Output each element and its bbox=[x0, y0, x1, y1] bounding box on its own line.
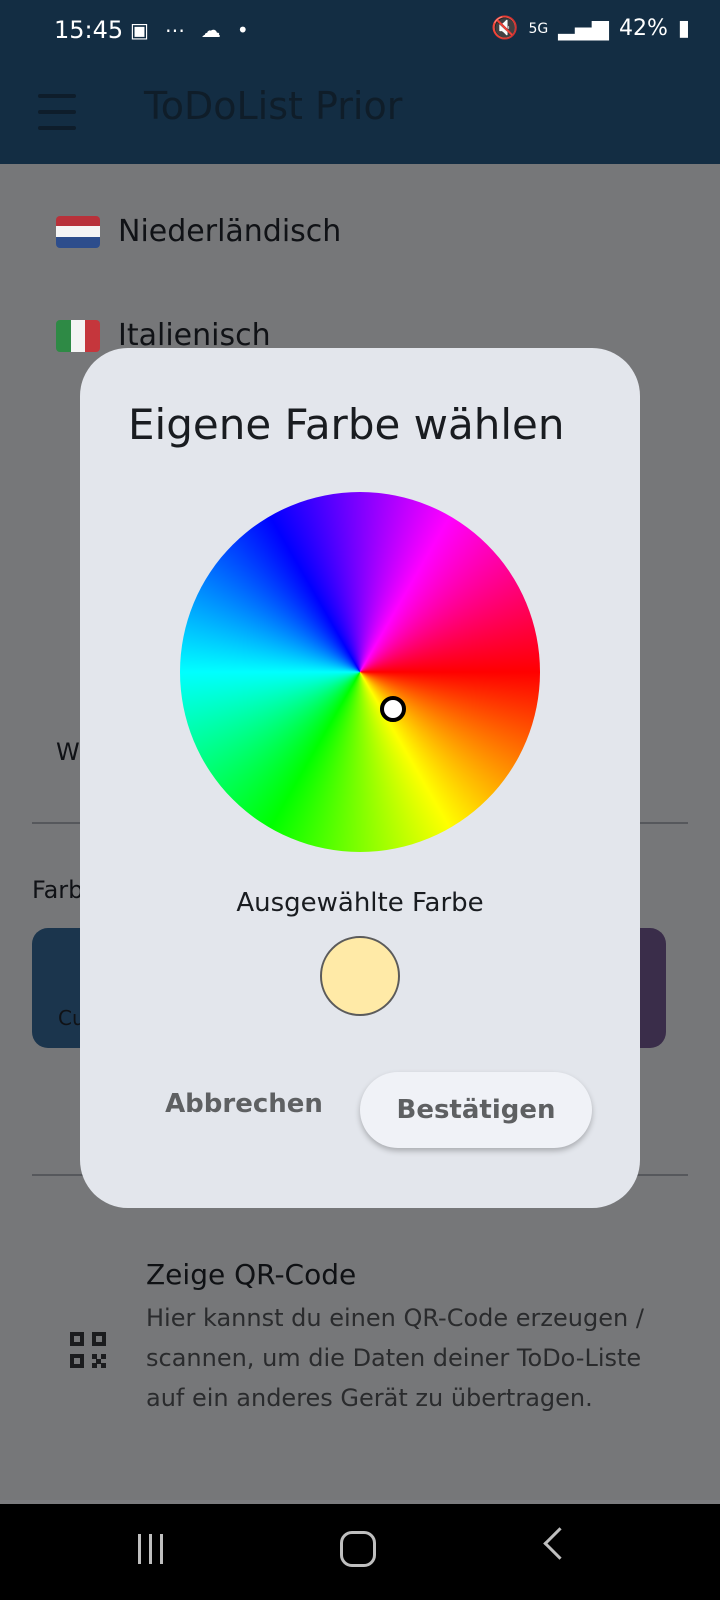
color-picker-dialog: Eigene Farbe wählen Ausgewählte Farbe Ab… bbox=[80, 348, 640, 1208]
color-wheel-handle[interactable] bbox=[380, 696, 406, 722]
selected-color-label: Ausgewählte Farbe bbox=[236, 888, 484, 918]
app-bar: ToDoList Prior bbox=[0, 64, 720, 164]
signal-icon: ▂▄▆ bbox=[558, 16, 609, 41]
language-item-dutch[interactable]: Niederländisch bbox=[56, 214, 341, 249]
app-title: ToDoList Prior bbox=[144, 84, 403, 128]
menu-icon bbox=[38, 94, 76, 98]
recent-apps-button[interactable] bbox=[138, 1534, 172, 1564]
battery-percent: 42% bbox=[618, 16, 668, 41]
color-wheel[interactable] bbox=[180, 492, 540, 852]
dialog-title: Eigene Farbe wählen bbox=[128, 400, 565, 449]
system-status: 🔇 5G ▂▄▆ 42% ▮ bbox=[491, 16, 690, 41]
back-button[interactable] bbox=[543, 1527, 576, 1560]
language-label: Niederländisch bbox=[118, 214, 342, 249]
selected-color-swatch bbox=[320, 936, 400, 1016]
color-section-label: Farb bbox=[32, 876, 84, 904]
snapchat-icon: ☁ bbox=[200, 18, 221, 42]
status-bar: 15:45 ▣ ⋯ ☁ • 🔇 5G ▂▄▆ 42% ▮ bbox=[0, 0, 720, 64]
network-type: 5G bbox=[528, 20, 549, 37]
netherlands-flag-icon bbox=[56, 215, 100, 248]
partial-row: W bbox=[56, 738, 80, 766]
italy-flag-icon bbox=[56, 319, 100, 352]
notification-icons: ▣ ⋯ ☁ • bbox=[130, 18, 249, 42]
dot-icon: • bbox=[236, 18, 249, 42]
confirm-button[interactable]: Bestätigen bbox=[360, 1072, 592, 1148]
cancel-button[interactable]: Abbrechen bbox=[164, 1076, 324, 1132]
qr-description: Hier kannst du einen QR-Code erzeugen / … bbox=[146, 1304, 644, 1412]
qr-code-icon bbox=[70, 1332, 106, 1368]
status-time: 15:45 bbox=[54, 16, 124, 44]
mute-icon: 🔇 bbox=[491, 16, 519, 41]
menu-button[interactable] bbox=[38, 94, 76, 130]
system-navigation-bar bbox=[0, 1504, 720, 1600]
battery-icon: ▮ bbox=[677, 16, 690, 41]
gallery-icon: ▣ bbox=[130, 18, 149, 42]
qr-title: Zeige QR-Code bbox=[146, 1258, 357, 1291]
wave-icon: ⋯ bbox=[164, 18, 185, 42]
home-button[interactable] bbox=[340, 1531, 376, 1567]
